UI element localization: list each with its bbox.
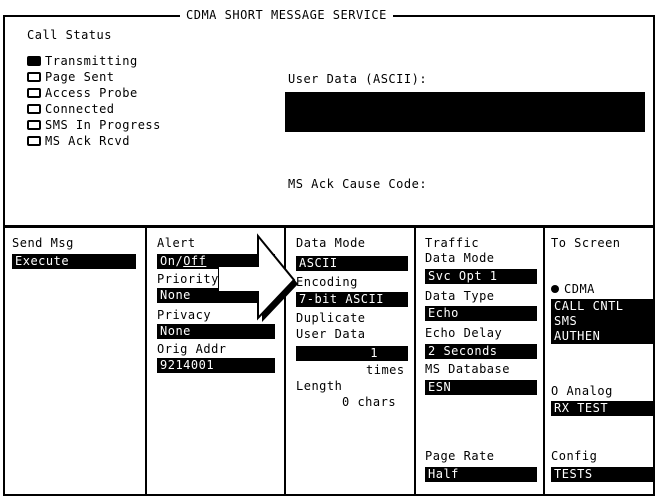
traffic-label: Traffic: [425, 236, 480, 250]
echo-delay-field[interactable]: 2 Seconds: [425, 344, 537, 359]
data-type-field[interactable]: Echo: [425, 306, 537, 321]
encoding-field[interactable]: 7-bit ASCII: [296, 292, 408, 307]
alert-label: Alert: [157, 236, 196, 250]
privacy-label: Privacy: [157, 308, 212, 322]
checkbox-ms-ack-icon: [27, 136, 41, 146]
checkbox-access-probe-icon: [27, 88, 41, 98]
data-mode-field[interactable]: ASCII: [296, 256, 408, 271]
status-page-sent: Page Sent: [45, 70, 115, 84]
status-sms-progress: SMS In Progress: [45, 118, 161, 132]
encoding-label: Encoding: [296, 275, 358, 289]
orig-addr-field[interactable]: 9214001: [157, 358, 275, 373]
authen-button[interactable]: AUTHEN: [551, 329, 655, 344]
data-mode-label: Data Mode: [296, 236, 366, 250]
tests-button[interactable]: TESTS: [551, 467, 655, 482]
alert-on: On/: [160, 254, 184, 268]
orig-addr-label: Orig Addr: [157, 342, 227, 356]
page-rate-field[interactable]: Half: [425, 467, 537, 482]
page-rate-label: Page Rate: [425, 449, 495, 463]
traffic-data-mode-label: Data Mode: [425, 251, 495, 265]
user-data-label: User Data (ASCII):: [288, 72, 428, 86]
pointer-arrow-icon: [218, 233, 298, 322]
data-type-label: Data Type: [425, 289, 495, 303]
user-data-field: [285, 92, 645, 132]
column-divider-3: [414, 226, 416, 496]
analog-label: O Analog: [551, 384, 613, 398]
column-divider-4: [543, 226, 545, 496]
screen-title: CDMA SHORT MESSAGE SERVICE: [180, 8, 393, 22]
status-connected: Connected: [45, 102, 115, 116]
checkbox-connected-icon: [27, 104, 41, 114]
send-msg-label: Send Msg: [12, 236, 74, 250]
ms-database-field[interactable]: ESN: [425, 380, 537, 395]
times-label: times: [366, 363, 405, 377]
user-data-label-2: User Data: [296, 327, 366, 341]
traffic-data-mode-field[interactable]: Svc Opt 1: [425, 269, 537, 284]
cdma-radio-icon: [551, 285, 559, 293]
status-transmitting: Transmitting: [45, 54, 138, 68]
ms-ack-cause-label: MS Ack Cause Code:: [288, 177, 428, 191]
call-cntl-button[interactable]: CALL CNTL: [551, 299, 655, 314]
checkbox-sms-progress-icon: [27, 120, 41, 130]
priority-label: Priority: [157, 272, 219, 286]
column-divider-1: [145, 226, 147, 496]
sms-button[interactable]: SMS: [551, 314, 655, 329]
user-data-count-field[interactable]: 1: [296, 346, 408, 361]
to-screen-label: To Screen: [551, 236, 621, 250]
cdma-label: CDMA: [564, 282, 595, 296]
alert-off: Off: [183, 254, 207, 268]
ms-database-label: MS Database: [425, 362, 510, 376]
call-status-label: Call Status: [27, 28, 112, 42]
analog-radio-icon: O: [551, 384, 567, 398]
checkbox-page-sent-icon: [27, 72, 41, 82]
length-label: Length: [296, 379, 343, 393]
echo-delay-label: Echo Delay: [425, 326, 503, 340]
length-value: 0 chars: [342, 395, 397, 409]
execute-button[interactable]: Execute: [12, 254, 136, 269]
checkbox-transmitting-icon: [27, 56, 41, 66]
duplicate-label: Duplicate: [296, 311, 366, 325]
status-ms-ack: MS Ack Rcvd: [45, 134, 130, 148]
status-access-probe: Access Probe: [45, 86, 138, 100]
rx-test-button[interactable]: RX TEST: [551, 401, 655, 416]
config-label: Config: [551, 449, 598, 463]
